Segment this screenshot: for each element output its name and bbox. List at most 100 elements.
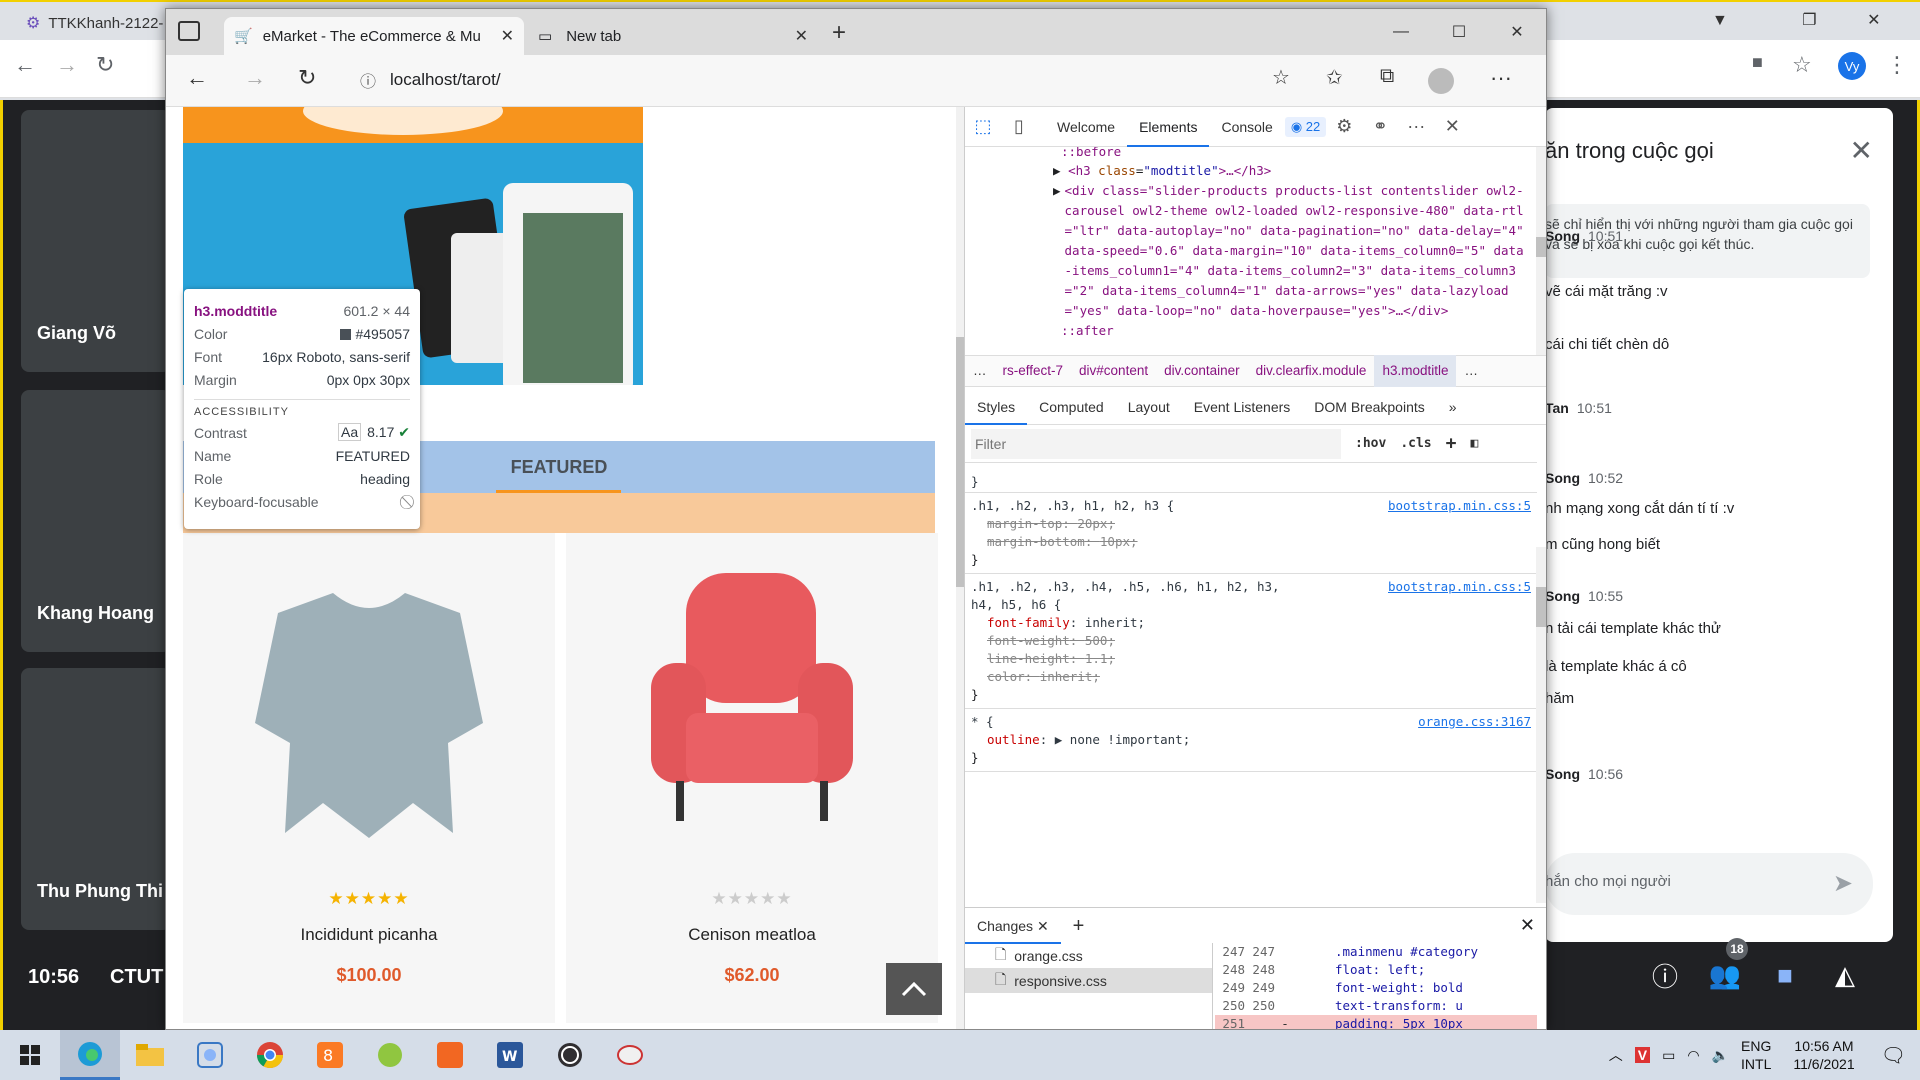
tab-new[interactable]: ▭ New tab ✕	[528, 17, 818, 55]
expand-triangle-icon[interactable]: ▶	[1053, 181, 1061, 321]
tab-changes[interactable]: Changes ✕	[965, 908, 1061, 944]
paint-icon[interactable]	[600, 1030, 660, 1080]
close-tab-icon[interactable]: ✕	[501, 26, 514, 46]
more-vert-icon[interactable]: ⋮	[1886, 52, 1908, 78]
page-scroll-thumb[interactable]	[956, 337, 964, 587]
collections-icon[interactable]: ⧉	[1380, 65, 1394, 88]
property-name[interactable]: margin-top	[987, 516, 1062, 531]
input-language[interactable]: ENG INTL	[1741, 1037, 1771, 1073]
css-declaration[interactable]: margin-bottom: 10px;	[971, 533, 1531, 551]
clock[interactable]: 10:56 AM 11/6/2021	[1793, 1037, 1854, 1073]
bg-close-icon[interactable]: ✕	[1867, 12, 1880, 29]
styles-scroll-thumb[interactable]	[1536, 587, 1546, 627]
close-devtools-icon[interactable]: ✕	[1434, 107, 1470, 147]
start-windows-icon[interactable]	[0, 1030, 60, 1080]
property-name[interactable]: line-height	[987, 651, 1070, 666]
property-value[interactable]: 500	[1085, 633, 1108, 648]
notification-icon[interactable]: 🗨	[1881, 1043, 1906, 1068]
tab-elements[interactable]: Elements	[1127, 107, 1210, 147]
rule-source-link[interactable]: bootstrap.min.css:5	[1388, 578, 1531, 596]
new-tab-plus-icon[interactable]: +	[832, 19, 846, 47]
tab-console[interactable]: Console	[1209, 107, 1284, 147]
css-declaration[interactable]: font-family: inherit;	[971, 614, 1531, 632]
add-favorite-icon[interactable]: ☆	[1272, 65, 1290, 90]
hov-toggle[interactable]: :hov	[1355, 436, 1386, 451]
tab-welcome[interactable]: Welcome	[1045, 107, 1127, 147]
product-name[interactable]: Incididunt picanha	[183, 925, 555, 945]
close-drawer-icon[interactable]: ✕	[1520, 915, 1546, 936]
css-declaration[interactable]: color: inherit;	[971, 668, 1531, 686]
tab-event-listeners[interactable]: Event Listeners	[1182, 389, 1303, 425]
minimize-icon[interactable]: —	[1372, 9, 1430, 55]
send-icon[interactable]: ➤	[1833, 869, 1853, 898]
product-image-top[interactable]	[183, 553, 555, 853]
css-rule[interactable]: .h1, .h2, .h3, h1, h2, h3 {bootstrap.min…	[965, 493, 1537, 574]
breadcrumb-item[interactable]: rs-effect-7	[995, 355, 1072, 387]
chrome-icon[interactable]	[240, 1030, 300, 1080]
css-rule[interactable]: * {orange.css:3167 outline: ▶ none !impor…	[965, 709, 1537, 772]
property-name[interactable]: font-weight	[987, 633, 1070, 648]
dom-pseudo-before[interactable]: ::before	[971, 147, 1537, 161]
close-tab-icon[interactable]: ✕	[1037, 918, 1049, 934]
xampp-icon[interactable]: 8	[300, 1030, 360, 1080]
dom-node-div-slider[interactable]: ▶ <div class="slider-products products-l…	[971, 181, 1537, 321]
chat-input[interactable]: hắn cho mọi người ➤	[1545, 853, 1873, 915]
tab-dom-breakpoints[interactable]: DOM Breakpoints	[1302, 389, 1436, 425]
edge-icon[interactable]	[60, 1030, 120, 1080]
property-value[interactable]: 1.1	[1085, 651, 1108, 666]
camera-icon[interactable]: ■	[1752, 52, 1763, 73]
breadcrumb-item[interactable]: div#content	[1071, 355, 1156, 387]
rule-source-link[interactable]: orange.css:3167	[1418, 713, 1531, 731]
close-icon[interactable]: ✕	[1850, 134, 1873, 167]
dom-scrollbar[interactable]	[1536, 147, 1546, 355]
issues-badge[interactable]: ◉ 22	[1284, 116, 1327, 137]
battery-icon[interactable]: ▭	[1662, 1047, 1675, 1064]
forward-arrow-icon[interactable]: →	[56, 52, 78, 78]
css-declaration[interactable]: font-weight: 500;	[971, 632, 1531, 650]
dropdown-icon[interactable]: ▼	[1712, 12, 1728, 29]
styles-filter-input[interactable]	[971, 428, 1341, 459]
css-rule[interactable]: .h1, .h2, .h3, .h4, .h5, .h6, h1, h2, h3…	[965, 574, 1537, 709]
product-card[interactable]: ★★★★★ Cenison meatloa $62.00	[566, 533, 938, 1023]
people-icon[interactable]: 👥 18	[1709, 938, 1748, 990]
info-icon[interactable]: ⓘ	[1650, 960, 1680, 992]
background-browser-tab[interactable]: ⚙ TTKKhanh-2122-	[10, 8, 170, 38]
back-arrow-icon[interactable]: ←	[14, 52, 36, 78]
vietkey-icon[interactable]: V	[1634, 1047, 1651, 1063]
css-declaration[interactable]: outline: ▶ none !important;	[971, 731, 1531, 749]
inspect-element-icon[interactable]: ⬚	[965, 107, 1001, 147]
scroll-to-top-button[interactable]	[886, 963, 942, 1015]
breadcrumb-item-active[interactable]: h3.modtitle	[1374, 355, 1457, 387]
chevron-up-icon[interactable]: ︿	[1609, 1045, 1623, 1065]
rule-selector[interactable]: .h1, .h2, .h3, h1, h2, h3 {	[971, 497, 1291, 515]
changed-file[interactable]: 🗋 responsive.css	[965, 968, 1212, 993]
forward-arrow-icon[interactable]: →	[244, 65, 266, 91]
breadcrumb-item[interactable]: div.clearfix.module	[1248, 355, 1375, 387]
cls-toggle[interactable]: .cls	[1400, 436, 1431, 451]
volume-icon[interactable]: 🔈	[1712, 1047, 1729, 1064]
breadcrumb-item[interactable]: …	[1456, 355, 1486, 387]
new-rule-plus-icon[interactable]: +	[1446, 433, 1457, 454]
activities-icon[interactable]: ◭	[1830, 960, 1860, 990]
property-name[interactable]: font-family	[987, 615, 1070, 630]
dom-pseudo-after[interactable]: ::after	[971, 321, 1537, 341]
bookmark-star-icon[interactable]: ☆	[1792, 52, 1812, 78]
breadcrumb-item[interactable]: div.container	[1156, 355, 1248, 387]
product-card[interactable]: ★★★★★ Incididunt picanha $100.00	[183, 533, 555, 1023]
add-tab-plus-icon[interactable]: +	[1061, 908, 1097, 944]
close-window-icon[interactable]: ✕	[1488, 9, 1546, 55]
more-tabs-icon[interactable]: »	[1437, 389, 1469, 425]
file-explorer-icon[interactable]	[120, 1030, 180, 1080]
site-info-icon[interactable]: ⓘ	[360, 68, 376, 92]
participant-tile[interactable]: Khang Hoang	[21, 390, 171, 652]
tab-emarket[interactable]: 🛒 eMarket - The eCommerce & Mu ✕	[224, 17, 524, 55]
profile-icon[interactable]	[1428, 68, 1454, 94]
chat-icon[interactable]: ■	[1770, 960, 1800, 990]
product-name[interactable]: Cenison meatloa	[566, 925, 938, 945]
computed-sidebar-icon[interactable]: ◧	[1470, 436, 1478, 451]
notepad-plus-icon[interactable]	[360, 1030, 420, 1080]
back-arrow-icon[interactable]: ←	[186, 65, 208, 91]
property-name[interactable]: outline	[987, 732, 1040, 747]
network-conditions-icon[interactable]: ⚭	[1362, 107, 1398, 147]
refresh-icon[interactable]: ↻	[298, 65, 316, 91]
